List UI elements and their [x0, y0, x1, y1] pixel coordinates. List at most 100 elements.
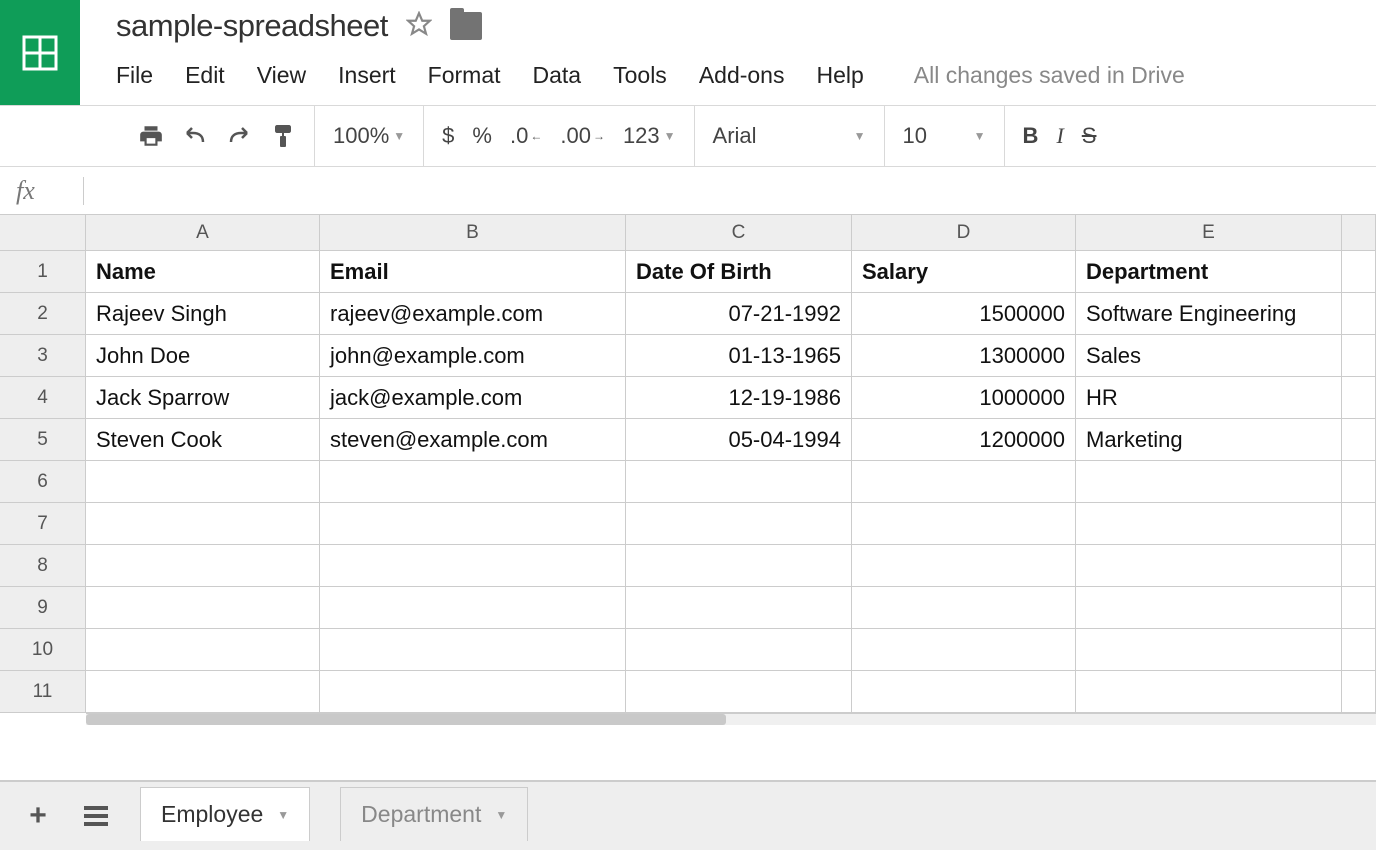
cell[interactable]	[1342, 293, 1376, 335]
zoom-dropdown[interactable]: 100% ▼	[333, 123, 405, 149]
formula-bar[interactable]: fx	[0, 167, 1376, 215]
scrollbar-thumb[interactable]	[86, 714, 726, 725]
row-header[interactable]: 3	[0, 335, 86, 377]
cell[interactable]	[1342, 587, 1376, 629]
cell[interactable]	[626, 629, 852, 671]
row-header[interactable]: 9	[0, 587, 86, 629]
cell[interactable]	[1342, 503, 1376, 545]
menu-help[interactable]: Help	[816, 62, 863, 89]
row-header[interactable]: 7	[0, 503, 86, 545]
font-size-dropdown[interactable]: 10 ▼	[903, 123, 986, 149]
cell[interactable]	[1076, 503, 1342, 545]
cell[interactable]	[626, 545, 852, 587]
cell[interactable]	[626, 587, 852, 629]
cell[interactable]: Jack Sparrow	[86, 377, 320, 419]
paint-format-icon[interactable]	[270, 123, 296, 149]
cell[interactable]: jack@example.com	[320, 377, 626, 419]
cell[interactable]	[1076, 461, 1342, 503]
row-header[interactable]: 2	[0, 293, 86, 335]
menu-view[interactable]: View	[257, 62, 306, 89]
document-title[interactable]: sample-spreadsheet	[116, 8, 388, 44]
cell[interactable]	[852, 671, 1076, 713]
cell[interactable]	[86, 629, 320, 671]
cell[interactable]	[626, 503, 852, 545]
column-header[interactable]	[1342, 215, 1376, 251]
cell[interactable]	[1076, 671, 1342, 713]
cell[interactable]: Marketing	[1076, 419, 1342, 461]
cell[interactable]	[320, 587, 626, 629]
cell[interactable]: 05-04-1994	[626, 419, 852, 461]
column-header[interactable]: C	[626, 215, 852, 251]
italic-button[interactable]: I	[1056, 123, 1063, 149]
font-dropdown[interactable]: Arial ▼	[713, 123, 866, 149]
cell[interactable]	[1342, 461, 1376, 503]
cell[interactable]	[1342, 335, 1376, 377]
cell[interactable]: Name	[86, 251, 320, 293]
menu-edit[interactable]: Edit	[185, 62, 225, 89]
cell[interactable]: Department	[1076, 251, 1342, 293]
cell[interactable]	[320, 629, 626, 671]
column-header[interactable]: D	[852, 215, 1076, 251]
cell[interactable]: Sales	[1076, 335, 1342, 377]
sheets-logo[interactable]	[0, 0, 80, 105]
row-header[interactable]: 6	[0, 461, 86, 503]
cell[interactable]	[1342, 671, 1376, 713]
select-all-corner[interactable]	[0, 215, 86, 251]
cell[interactable]: Date Of Birth	[626, 251, 852, 293]
cell[interactable]	[852, 503, 1076, 545]
cell[interactable]	[320, 503, 626, 545]
cell[interactable]: Steven Cook	[86, 419, 320, 461]
increase-decimal-button[interactable]: .00→	[560, 123, 605, 149]
cell[interactable]	[1076, 629, 1342, 671]
cell[interactable]	[1342, 377, 1376, 419]
cell[interactable]	[1076, 587, 1342, 629]
column-header[interactable]: A	[86, 215, 320, 251]
currency-format-button[interactable]: $	[442, 123, 454, 149]
cell[interactable]	[1342, 419, 1376, 461]
cell[interactable]	[86, 587, 320, 629]
cell[interactable]: HR	[1076, 377, 1342, 419]
cell[interactable]: john@example.com	[320, 335, 626, 377]
cell[interactable]	[86, 545, 320, 587]
cell[interactable]	[1076, 545, 1342, 587]
row-header[interactable]: 4	[0, 377, 86, 419]
cell[interactable]	[852, 461, 1076, 503]
column-header[interactable]: B	[320, 215, 626, 251]
cell[interactable]: rajeev@example.com	[320, 293, 626, 335]
cell[interactable]	[86, 503, 320, 545]
menu-tools[interactable]: Tools	[613, 62, 667, 89]
cell[interactable]	[320, 671, 626, 713]
menu-file[interactable]: File	[116, 62, 153, 89]
cell[interactable]	[320, 461, 626, 503]
bold-button[interactable]: B	[1023, 123, 1039, 149]
undo-icon[interactable]	[182, 123, 208, 149]
cell[interactable]	[852, 587, 1076, 629]
cell[interactable]: 1500000	[852, 293, 1076, 335]
cell[interactable]: Email	[320, 251, 626, 293]
horizontal-scrollbar[interactable]	[86, 713, 1376, 725]
cell[interactable]: John Doe	[86, 335, 320, 377]
cell[interactable]	[852, 629, 1076, 671]
cell[interactable]	[86, 671, 320, 713]
percent-format-button[interactable]: %	[472, 123, 492, 149]
strikethrough-button[interactable]: S	[1082, 123, 1097, 149]
menu-insert[interactable]: Insert	[338, 62, 396, 89]
cell[interactable]: steven@example.com	[320, 419, 626, 461]
row-header[interactable]: 5	[0, 419, 86, 461]
spreadsheet-grid[interactable]: ABCDE1NameEmailDate Of BirthSalaryDepart…	[0, 215, 1376, 780]
cell[interactable]	[626, 461, 852, 503]
row-header[interactable]: 1	[0, 251, 86, 293]
add-sheet-button[interactable]: +	[24, 802, 52, 830]
menu-format[interactable]: Format	[428, 62, 501, 89]
folder-icon[interactable]	[450, 12, 482, 40]
star-icon[interactable]	[406, 11, 432, 42]
all-sheets-button[interactable]	[82, 802, 110, 830]
cell[interactable]: Software Engineering	[1076, 293, 1342, 335]
sheet-tab-inactive[interactable]: Department ▼	[340, 787, 528, 841]
cell[interactable]: Salary	[852, 251, 1076, 293]
print-icon[interactable]	[138, 123, 164, 149]
number-format-dropdown[interactable]: 123 ▼	[623, 123, 676, 149]
cell[interactable]: 1300000	[852, 335, 1076, 377]
cell[interactable]: 07-21-1992	[626, 293, 852, 335]
cell[interactable]	[1342, 629, 1376, 671]
